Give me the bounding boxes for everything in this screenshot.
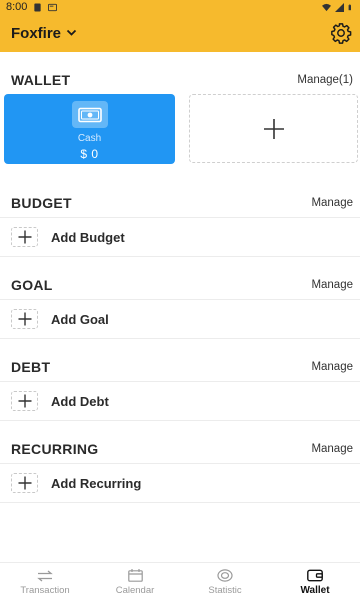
bottom-nav: Transaction Calendar Statistic Wallet (0, 562, 360, 601)
wifi-icon (322, 3, 331, 11)
budget-section-title: BUDGET (11, 195, 72, 211)
divider (0, 420, 360, 421)
recurring-section-header: RECURRING Manage (0, 434, 360, 464)
gear-icon (331, 23, 352, 44)
divider (0, 502, 360, 503)
notification-icon (48, 3, 58, 11)
add-recurring-button[interactable]: Add Recurring (0, 464, 360, 502)
status-time: 8:00 (6, 1, 28, 13)
plus-icon (11, 227, 38, 247)
app-title: Foxfire (11, 24, 62, 42)
plus-icon (11, 473, 38, 493)
debt-section-title: DEBT (11, 359, 51, 375)
add-debt-label: Add Debt (51, 393, 109, 409)
section-gap (0, 176, 360, 186)
nav-transaction-label: Transaction (20, 584, 70, 596)
goal-manage-link[interactable]: Manage (311, 279, 353, 291)
wallet-card-cash[interactable]: Cash $ 0 (4, 94, 175, 164)
wallet-section-title: WALLET (11, 72, 71, 88)
budget-section-header: BUDGET Manage (0, 188, 360, 218)
add-goal-button[interactable]: Add Goal (0, 300, 360, 338)
calendar-icon (127, 569, 143, 583)
wallet-icon (307, 569, 323, 583)
budget-manage-link[interactable]: Manage (311, 197, 353, 209)
wallet-card-amount: $ 0 (80, 147, 99, 161)
add-debt-button[interactable]: Add Debt (0, 382, 360, 420)
wallet-section-header: WALLET Manage(1) (0, 65, 360, 95)
add-budget-label: Add Budget (51, 229, 125, 245)
app-bar: Foxfire (0, 14, 360, 52)
transfer-arrows-icon (37, 569, 53, 583)
battery-icon (348, 4, 351, 10)
nav-statistic[interactable]: Statistic (180, 563, 270, 601)
recurring-manage-link[interactable]: Manage (311, 443, 353, 455)
debt-manage-link[interactable]: Manage (311, 361, 353, 373)
add-budget-button[interactable]: Add Budget (0, 218, 360, 256)
wallet-card-name: Cash (77, 133, 102, 144)
goal-section-title: GOAL (11, 277, 53, 293)
add-wallet-button[interactable] (189, 94, 358, 163)
signal-icon (335, 2, 344, 12)
add-recurring-label: Add Recurring (51, 475, 142, 491)
settings-button[interactable] (330, 22, 352, 44)
recurring-section-title: RECURRING (11, 441, 99, 457)
add-goal-label: Add Goal (51, 311, 109, 327)
wallet-selector[interactable]: Foxfire (11, 25, 77, 42)
cash-icon (71, 101, 108, 128)
goal-section-header: GOAL Manage (0, 270, 360, 300)
storage-icon (34, 2, 42, 12)
plus-icon (11, 309, 38, 329)
plus-icon (263, 118, 284, 139)
nav-calendar[interactable]: Calendar (90, 563, 180, 601)
nav-statistic-label: Statistic (208, 584, 242, 596)
plus-icon (11, 391, 38, 411)
status-bar: 8:00 (0, 0, 360, 14)
divider (0, 256, 360, 257)
nav-wallet-label: Wallet (300, 584, 330, 596)
divider (0, 338, 360, 339)
nav-transaction[interactable]: Transaction (0, 563, 90, 601)
wallet-manage-link[interactable]: Manage(1) (297, 74, 353, 86)
chevron-down-icon (66, 29, 77, 36)
debt-section-header: DEBT Manage (0, 352, 360, 382)
nav-calendar-label: Calendar (115, 584, 155, 596)
nav-wallet[interactable]: Wallet (270, 563, 360, 601)
chart-circle-icon (217, 569, 233, 583)
